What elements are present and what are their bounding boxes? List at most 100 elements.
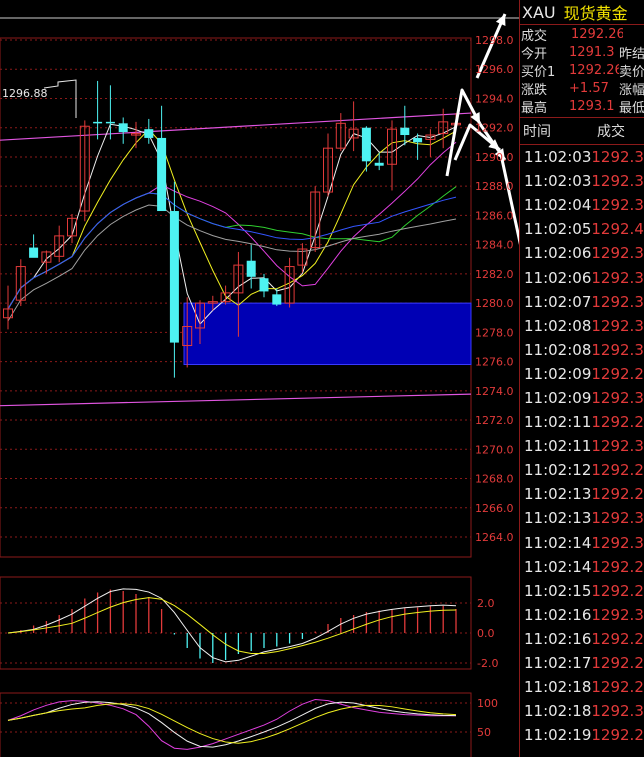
tick-row[interactable]: 11:02:041292.39 (520, 193, 644, 217)
quote-row: 最高 1293.1 最低 (520, 97, 644, 116)
tick-row[interactable]: 11:02:091292.31 (520, 386, 644, 410)
candle (131, 121, 141, 149)
macd-dif-line (7, 588, 457, 663)
tick-row[interactable]: 11:02:131292.30 (520, 506, 644, 530)
tick-time-header: 时间 (523, 124, 551, 140)
quote-row: 成交 1292.26 (520, 25, 644, 44)
ma60-line (7, 192, 457, 310)
candle-body (400, 127, 410, 136)
quote-row: 涨跌 +1.57 涨幅 (520, 79, 644, 98)
tick-row[interactable]: 11:02:081292.39 (520, 314, 644, 338)
tick-time: 11:02:18 (524, 678, 592, 697)
tick-price: 1292.29 (591, 654, 644, 673)
candle-body (169, 211, 179, 343)
candle-body (272, 294, 282, 305)
tick-row[interactable]: 11:02:121292.29 (520, 458, 644, 482)
price-pane-border (0, 37, 472, 558)
candle-body (144, 129, 154, 138)
candle (220, 285, 231, 305)
tick-row[interactable]: 11:02:181292.32 (520, 699, 644, 723)
tick-time: 11:02:03 (524, 172, 592, 191)
tick-time: 11:02:12 (524, 461, 592, 480)
candle (93, 80, 103, 140)
tick-time: 11:02:19 (524, 726, 592, 745)
candle (361, 126, 371, 172)
tick-row[interactable]: 11:02:071292.37 (520, 290, 644, 314)
price-tick-label: 1278.0 (475, 326, 514, 339)
tick-row[interactable]: 11:02:031292.39 (520, 145, 644, 169)
tick-row[interactable]: 11:02:131292.26 (520, 482, 644, 506)
tick-row[interactable]: 11:02:161292.30 (520, 603, 644, 627)
quote-value: +1.57 (569, 80, 609, 96)
support-zone (183, 302, 472, 366)
macd-pane-border (0, 576, 472, 670)
candle (118, 117, 128, 144)
tick-price: 1292.31 (591, 388, 644, 407)
tick-row[interactable]: 11:02:081292.37 (520, 338, 644, 362)
peak-leader-line (43, 79, 77, 118)
candle (3, 285, 13, 330)
quote-extra-label: 涨幅 (618, 82, 644, 98)
quote-row: 买价1 1292.26 卖价 (520, 61, 644, 80)
macd-tick-label: 2.0 (477, 597, 495, 610)
tick-row[interactable]: 11:02:191292.26 (520, 723, 644, 747)
tick-time: 11:02:06 (524, 244, 592, 263)
candle (348, 101, 359, 152)
tick-row[interactable]: 11:02:111292.26 (520, 410, 644, 434)
candle-body (93, 121, 103, 124)
quote-rows: 成交 1292.26 今开 1291.3 昨结 买价1 1292.26 卖价 涨跌 +1.57 涨幅… (520, 25, 644, 116)
tick-row[interactable]: 11:02:151292.26 (520, 579, 644, 603)
tick-row[interactable]: 11:02:141292.30 (520, 531, 644, 555)
tick-row[interactable]: 11:02:031292.36 (520, 169, 644, 193)
price-tick-label: 1276.0 (475, 356, 514, 369)
price-tick-label: 1282.0 (475, 268, 514, 281)
macd-tick-label: -2.0 (477, 657, 498, 670)
tick-price-header: 成交 (597, 124, 625, 140)
quote-extra-label: 最低 (618, 100, 644, 116)
tick-price: 1292.29 (591, 461, 644, 480)
tick-time: 11:02:07 (524, 292, 592, 311)
candle-body (157, 137, 167, 212)
tick-row[interactable]: 11:02:161292.26 (520, 627, 644, 651)
candle-body (118, 123, 128, 133)
tick-price: 1292.30 (591, 533, 644, 552)
tick-row[interactable]: 11:02:141292.29 (520, 555, 644, 579)
tick-time: 11:02:14 (524, 533, 592, 552)
candle (246, 244, 256, 289)
candle (297, 243, 308, 273)
price-tick-label: 1296.0 (475, 63, 514, 76)
quote-label: 成交 (521, 28, 548, 44)
quote-panel: XAU 现货黄金 成交 1292.26 今开 1291.3 昨结 买价1 1292.26 卖价… (519, 0, 644, 757)
tick-row[interactable]: 11:02:091292.27 (520, 362, 644, 386)
price-tick-label: 1298.0 (475, 34, 514, 47)
candle (15, 259, 26, 307)
tick-row[interactable]: 11:02:061292.38 (520, 265, 644, 289)
tick-price: 1292.31 (591, 437, 644, 456)
candle (41, 250, 52, 274)
tick-row[interactable]: 11:02:181292.26 (520, 675, 644, 699)
tick-row[interactable]: 11:02:061292.39 (520, 241, 644, 265)
tick-row[interactable]: 11:02:111292.31 (520, 434, 644, 458)
price-tick-label: 1280.0 (475, 297, 514, 310)
instrument-name: 现货黄金 (563, 4, 628, 23)
tick-time: 11:02:04 (524, 196, 592, 215)
tick-list[interactable]: 11:02:031292.3911:02:031292.3611:02:0412… (520, 145, 644, 747)
tick-price: 1292.40 (591, 220, 644, 239)
tick-time: 11:02:11 (524, 437, 592, 456)
tick-time: 11:02:05 (524, 220, 592, 239)
tick-price: 1292.32 (591, 702, 644, 721)
candle-body (246, 260, 256, 277)
macd-dea-line (7, 597, 457, 654)
tick-time: 11:02:13 (524, 509, 592, 528)
candle (400, 105, 410, 146)
ma5-line (7, 123, 457, 326)
quote-label: 买价1 (521, 64, 556, 80)
quote-value: 1291.3 (569, 44, 615, 60)
tick-price: 1292.30 (591, 509, 644, 528)
tick-row[interactable]: 11:02:051292.40 (520, 217, 644, 241)
quote-header: XAU 现货黄金 (520, 0, 644, 25)
peak-price-label: 1296.88 (2, 87, 48, 100)
tick-price: 1292.37 (591, 340, 644, 359)
tick-row[interactable]: 11:02:171292.29 (520, 651, 644, 675)
candle (54, 225, 65, 263)
